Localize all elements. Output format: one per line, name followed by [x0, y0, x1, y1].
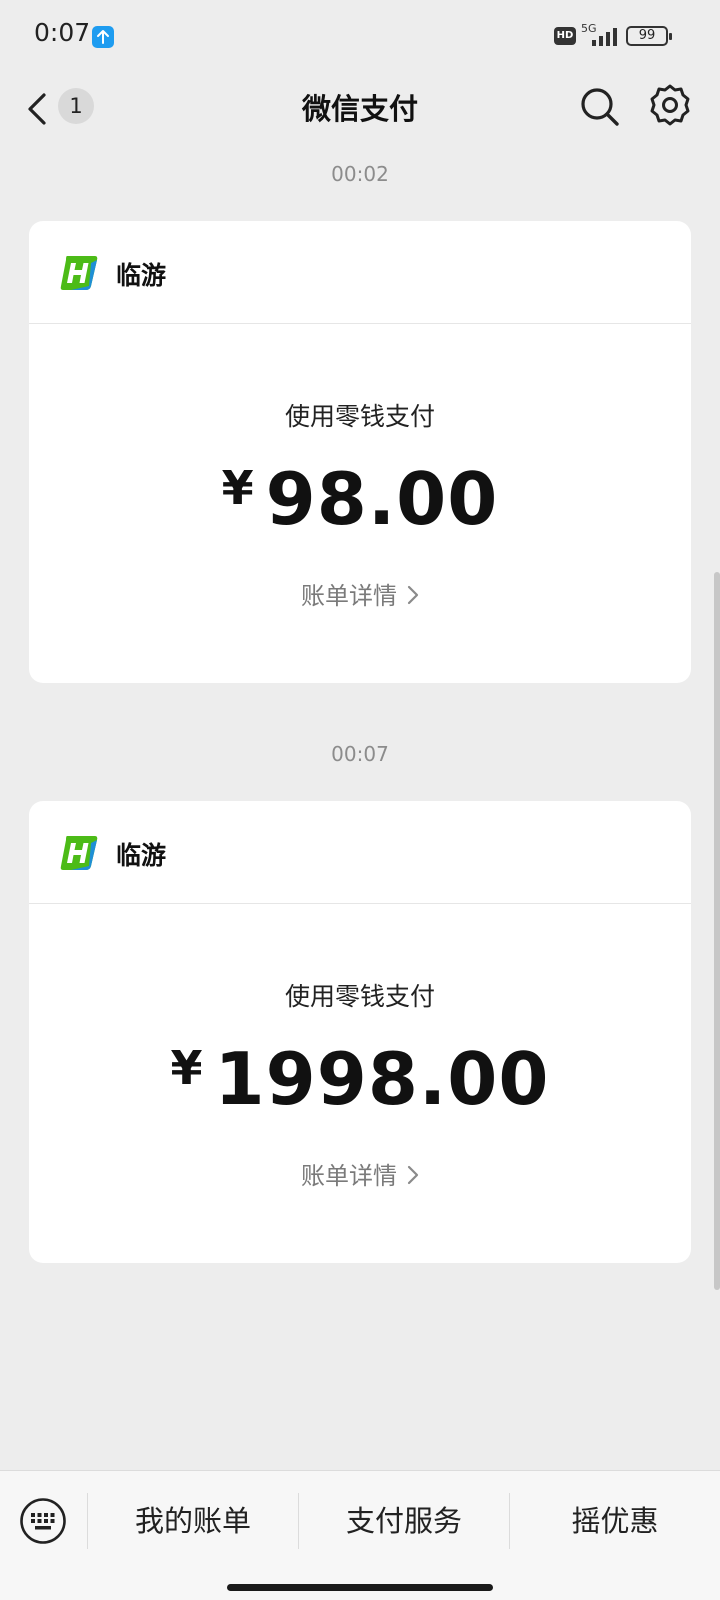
menu-my-bills[interactable]: 我的账单 — [88, 1489, 298, 1553]
menu-payment-services[interactable]: 支付服务 — [299, 1489, 509, 1553]
signal-icon — [592, 28, 617, 46]
chevron-right-icon — [407, 585, 419, 605]
bill-detail-label: 账单详情 — [301, 1162, 397, 1190]
payment-amount: ¥98.00 — [29, 457, 691, 541]
bill-detail-label: 账单详情 — [301, 582, 397, 610]
payment-method: 使用零钱支付 — [284, 402, 435, 431]
payment-card[interactable]: 临游 使用零钱支付 ¥1998.00 账单详情 — [29, 801, 691, 1263]
wechat-pay-screen: 0:07 HD 5G 99 1 微信支付 00:02 临游 使用零钱支付 ¥ 9… — [0, 0, 720, 1600]
header: 1 微信支付 — [0, 70, 720, 146]
merchant-logo-icon — [60, 836, 98, 870]
scrollbar[interactable] — [714, 572, 720, 1290]
merchant-name: 临游 — [116, 841, 167, 870]
keyboard-toggle-button[interactable] — [19, 1497, 67, 1545]
amount-value: 98.00 — [265, 457, 499, 541]
upload-arrow-icon — [92, 26, 114, 48]
card-header[interactable]: 临游 — [29, 221, 691, 324]
merchant-logo-icon — [60, 256, 98, 290]
bill-detail-link[interactable]: 账单详情 — [29, 576, 691, 611]
payment-card[interactable]: 临游 使用零钱支付 ¥98.00 账单详情 — [29, 221, 691, 683]
menu-shake-offers[interactable]: 摇优惠 — [510, 1489, 720, 1553]
currency-symbol: ¥ — [170, 1041, 203, 1095]
bottom-menu-bar: 我的账单 支付服务 摇优惠 — [0, 1470, 720, 1600]
battery-icon: 99 — [626, 26, 672, 46]
message-timestamp: 00:02 — [331, 162, 389, 186]
status-time: 0:07 — [34, 18, 91, 47]
status-bar: 0:07 HD 5G 99 — [0, 0, 720, 70]
home-indicator[interactable] — [227, 1584, 493, 1591]
settings-button[interactable] — [647, 82, 693, 128]
gear-icon — [650, 84, 690, 126]
amount-value: 1998.00 — [214, 1037, 550, 1121]
search-button[interactable] — [577, 84, 623, 130]
payment-amount: ¥1998.00 — [29, 1037, 691, 1121]
message-timestamp: 00:07 — [331, 742, 389, 766]
merchant-name: 临游 — [116, 261, 167, 290]
search-icon — [581, 88, 619, 126]
hd-badge: HD — [554, 27, 576, 45]
chevron-right-icon — [407, 1165, 419, 1185]
bill-detail-link[interactable]: 账单详情 — [29, 1156, 691, 1191]
currency-symbol: ¥ — [221, 461, 254, 515]
card-header[interactable]: 临游 — [29, 801, 691, 904]
payment-method: 使用零钱支付 — [284, 982, 435, 1011]
keyboard-icon — [20, 1498, 66, 1544]
